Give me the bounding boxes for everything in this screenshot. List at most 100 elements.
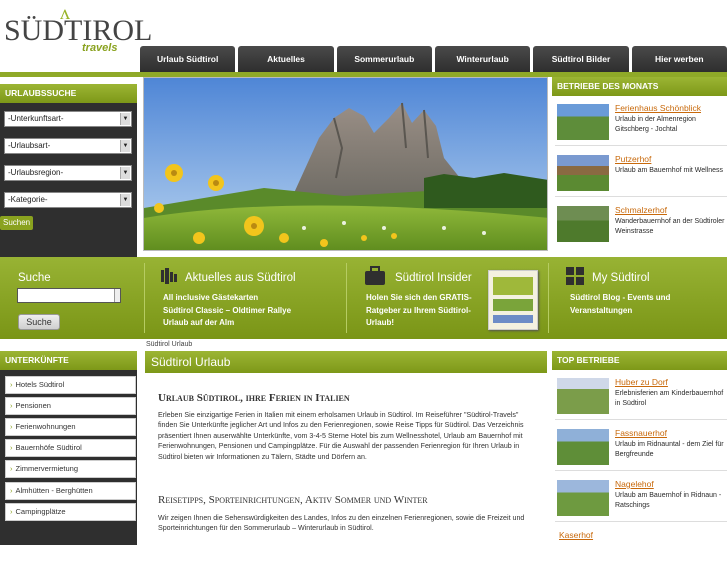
nav-sommerurlaub[interactable]: Sommerurlaub — [336, 46, 432, 72]
unterkunft-link-zimmervermietung[interactable]: › Zimmervermietung — [5, 460, 136, 478]
select-unterkunftsart[interactable]: -Unterkunftsart- ▼ — [4, 111, 132, 127]
aktuelles-link[interactable]: All inclusive Gästekarten — [163, 292, 291, 305]
insider-line[interactable]: Holen Sie sich den GRATIS- — [366, 292, 472, 305]
divider — [144, 263, 145, 333]
insider-line[interactable]: Ratgeber zu Ihrem Südtirol- — [366, 305, 472, 318]
unterkuenfte-title: UNTERKÜNFTE — [0, 351, 137, 370]
unterkunft-label: Zimmervermietung — [15, 464, 79, 473]
hotel-name[interactable]: Ferienhaus Schönblick — [615, 103, 701, 113]
content-heading: Urlaub Südtirol, ihre Ferien in Italien — [158, 392, 350, 404]
select-urlaubsart-value: -Urlaubsart- — [8, 141, 51, 150]
nav-suedtirol-bilder[interactable]: Südtirol Bilder — [533, 46, 629, 72]
urlaubssuche-panel: URLAUBSSUCHE -Unterkunftsart- ▼ -Urlaubsa… — [0, 84, 137, 257]
newspaper-icon — [160, 268, 178, 284]
nav-winterurlaub[interactable]: Winterurlaub — [434, 46, 531, 72]
nav-urlaub-suedtirol[interactable]: Urlaub Südtirol — [140, 46, 236, 72]
hotel-thumbnail[interactable] — [557, 206, 609, 242]
chevron-down-icon[interactable]: ▼ — [120, 167, 130, 179]
site-logo[interactable]: ʌ SÜDTIROL travels — [4, 2, 153, 54]
hotel-description: Urlaub am Bauernhof in Ridnaun - Ratschi… — [615, 492, 722, 509]
hotel-description: Wanderbauernhof an der Südtiroler Weinst… — [615, 218, 725, 235]
insider-line[interactable]: Urlaub! — [366, 317, 472, 330]
hotel-description: Urlaub in der Almenregion Gitschberg - J… — [615, 116, 696, 133]
hotel-name[interactable]: Putzerhof — [615, 154, 651, 164]
search-input[interactable] — [17, 288, 121, 303]
hotel-card[interactable]: Ferienhaus Schönblick Urlaub in der Alme… — [555, 102, 727, 146]
hotel-name[interactable]: Fassnauerhof — [615, 428, 667, 438]
search-input-handle — [114, 289, 120, 302]
hotel-card[interactable]: Fassnauerhof Urlaub im Ridnauntal - dem … — [555, 427, 727, 471]
content-subheading: Reisetipps, Sporteinrichtungen, Aktiv So… — [158, 494, 428, 506]
suche-title: Suche — [18, 272, 51, 284]
select-unterkunftsart-value: -Unterkunftsart- — [8, 114, 64, 123]
select-kategorie-value: -Kategorie- — [8, 195, 48, 204]
hotel-card[interactable]: Schmalzerhof Wanderbauernhof an der Südt… — [555, 204, 727, 248]
hotel-name[interactable]: Kaserhof — [559, 530, 593, 540]
logo-brand: SÜDTIROL — [4, 14, 153, 47]
suchen-button[interactable]: Suchen — [0, 216, 34, 230]
insider-title[interactable]: Südtirol Insider — [395, 272, 472, 284]
select-urlaubsregion[interactable]: -Urlaubsregion- ▼ — [4, 165, 132, 181]
my-suedtirol-line[interactable]: Südtirol Blog - Events und — [570, 292, 670, 305]
select-kategorie[interactable]: -Kategorie- ▼ — [4, 192, 132, 208]
ratgeber-booklet-image[interactable] — [488, 270, 538, 330]
unterkunft-link-campingplaetze[interactable]: › Campingplätze — [5, 503, 136, 521]
hotel-card[interactable]: Nagelehof Urlaub am Bauernhof in Ridnaun… — [555, 478, 727, 522]
hotel-thumbnail[interactable] — [557, 480, 609, 516]
content-paragraph: Wir zeigen Ihnen die Sehenswürdigkeiten … — [158, 514, 525, 533]
unterkunft-link-almhuetten[interactable]: › Almhütten - Berghütten — [5, 482, 136, 500]
aktuelles-link[interactable]: Urlaub auf der Alm — [163, 317, 291, 330]
unterkunft-label: Ferienwohnungen — [15, 422, 76, 431]
bullet-icon: › — [10, 380, 13, 389]
briefcase-icon — [364, 266, 386, 286]
hotel-name[interactable]: Schmalzerhof — [615, 205, 667, 215]
hotel-description: Urlaub am Bauernhof mit Wellness — [615, 167, 724, 174]
hotel-card[interactable]: Kaserhof — [555, 529, 727, 573]
content-header: Südtirol Urlaub — [145, 351, 547, 373]
unterkunft-link-pensionen[interactable]: › Pensionen — [5, 397, 136, 415]
hotel-thumbnail[interactable] — [557, 104, 609, 140]
my-suedtirol-line[interactable]: Veranstaltungen — [570, 305, 670, 318]
hotel-thumbnail[interactable] — [557, 429, 609, 465]
mountain-meadow-photo — [144, 78, 547, 250]
unterkunft-link-ferienwohnungen[interactable]: › Ferienwohnungen — [5, 418, 136, 436]
nav-aktuelles[interactable]: Aktuelles — [238, 46, 334, 72]
aktuelles-title[interactable]: Aktuelles aus Südtirol — [185, 272, 296, 284]
hotel-thumbnail[interactable] — [557, 155, 609, 191]
unterkunft-link-hotels[interactable]: › Hotels Südtirol — [5, 376, 136, 394]
logo-mark-icon: ʌ — [60, 2, 70, 24]
content-paragraph: Erleben Sie einzigartige Ferien in Itali… — [158, 411, 524, 461]
hotel-card[interactable]: Putzerhof Urlaub am Bauernhof mit Wellne… — [555, 153, 727, 197]
unterkunft-label: Pensionen — [15, 401, 51, 410]
chevron-down-icon[interactable]: ▼ — [120, 140, 130, 152]
unterkunft-label: Bauernhöfe Südtirol — [15, 443, 82, 452]
chevron-down-icon[interactable]: ▼ — [120, 113, 130, 125]
hotel-card[interactable]: Huber zu Dorf Erlebnisferien am Kinderba… — [555, 376, 727, 420]
aktuelles-list: All inclusive Gästekarten Südtirol Class… — [163, 292, 291, 330]
grid-icon — [566, 267, 584, 285]
my-suedtirol-title[interactable]: My Südtirol — [592, 272, 650, 284]
select-urlaubsregion-value: -Urlaubsregion- — [8, 168, 64, 177]
unterkunft-link-bauernhoefe[interactable]: › Bauernhöfe Südtirol — [5, 439, 136, 457]
hotel-name[interactable]: Huber zu Dorf — [615, 377, 668, 387]
select-urlaubsart[interactable]: -Urlaubsart- ▼ — [4, 138, 132, 154]
hero-image — [143, 77, 548, 251]
hotel-description: Erlebnisferien am Kinderbauernhof in Süd… — [615, 390, 724, 407]
bullet-icon: › — [10, 507, 13, 516]
unterkunft-label: Campingplätze — [15, 507, 66, 516]
aktuelles-link[interactable]: Südtirol Classic – Oldtimer Rallye — [163, 305, 291, 318]
my-suedtirol-text: Südtirol Blog - Events und Veranstaltung… — [570, 292, 670, 317]
main-nav: Urlaub Südtirol Aktuelles Sommerurlaub W… — [140, 46, 727, 72]
hotel-thumbnail[interactable] — [557, 378, 609, 414]
chevron-down-icon[interactable]: ▼ — [120, 194, 130, 206]
unterkuenfte-panel: UNTERKÜNFTE › Hotels Südtirol › Pensionen … — [0, 351, 137, 545]
suche-button[interactable]: Suche — [18, 314, 60, 330]
nav-hier-werben[interactable]: Hier werben — [631, 46, 727, 72]
breadcrumb[interactable]: Südtirol Urlaub — [140, 339, 552, 351]
bullet-icon: › — [10, 443, 13, 452]
site-header: ʌ SÜDTIROL travels Urlaub Südtirol Aktue… — [0, 0, 727, 72]
bullet-icon: › — [10, 464, 13, 473]
urlaubssuche-title: URLAUBSSUCHE — [0, 84, 137, 103]
betriebe-des-monats-panel: BETRIEBE DES MONATS Ferienhaus Schönblic… — [552, 77, 727, 257]
hotel-name[interactable]: Nagelehof — [615, 479, 654, 489]
